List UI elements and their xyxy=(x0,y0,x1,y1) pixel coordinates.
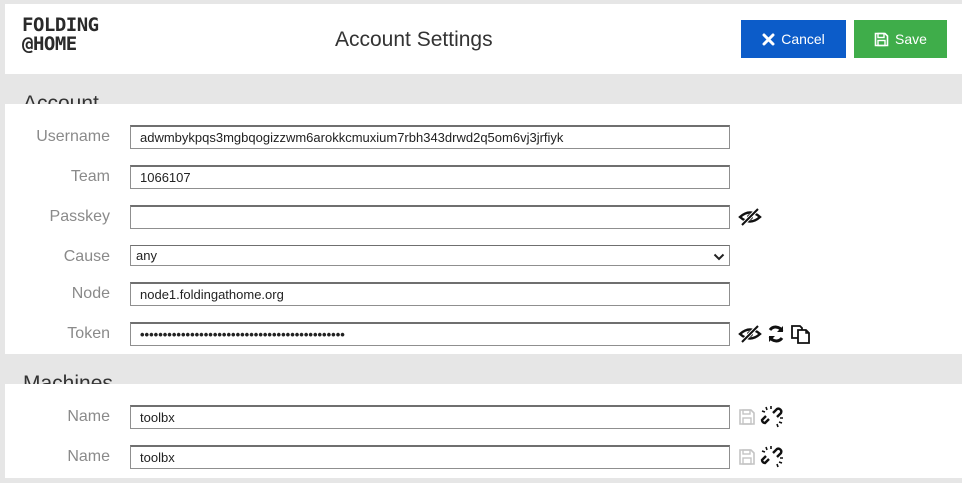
copy-icon[interactable] xyxy=(790,323,812,345)
machines-panel: Name toolbx Name toolbx xyxy=(5,384,962,478)
machine-name-label: Name xyxy=(67,448,110,465)
refresh-icon[interactable] xyxy=(766,324,786,344)
header-bar: FOLDING @HOME Account Settings Cancel Sa… xyxy=(5,4,962,74)
save-disabled-icon xyxy=(738,448,756,466)
cause-selected-value: any xyxy=(136,248,157,263)
floppy-disk-icon xyxy=(874,32,889,47)
passkey-label: Passkey xyxy=(49,208,110,225)
cancel-button-label: Cancel xyxy=(781,31,825,47)
cause-row: Cause any xyxy=(5,245,962,269)
token-label: Token xyxy=(67,325,110,342)
machine-row: Name toolbx xyxy=(5,445,962,469)
machine-row: Name toolbx xyxy=(5,405,962,429)
node-row: Node node1.foldingathome.org xyxy=(5,282,962,306)
eye-slash-icon[interactable] xyxy=(738,325,762,343)
chevron-down-icon xyxy=(713,250,725,265)
team-field[interactable]: 1066107 xyxy=(130,165,730,189)
team-row: Team 1066107 xyxy=(5,165,962,189)
node-label: Node xyxy=(71,285,110,302)
eye-slash-icon[interactable] xyxy=(738,208,762,226)
team-label: Team xyxy=(70,168,110,185)
username-row: Username adwmbykpqs3mgbqogizzwm6arokkcmu… xyxy=(5,125,962,149)
cause-select[interactable]: any xyxy=(130,245,730,266)
folding-at-home-logo: FOLDING @HOME xyxy=(22,16,102,54)
machine-name-field[interactable]: toolbx xyxy=(130,445,730,469)
cause-label: Cause xyxy=(63,248,110,265)
username-label: Username xyxy=(36,128,110,145)
unlink-icon[interactable] xyxy=(760,405,784,429)
save-disabled-icon xyxy=(738,408,756,426)
logo-line-2: @HOME xyxy=(22,33,77,55)
save-button-label: Save xyxy=(895,31,927,47)
passkey-row: Passkey xyxy=(5,205,962,229)
page-title: Account Settings xyxy=(335,28,493,51)
save-button[interactable]: Save xyxy=(854,20,947,58)
token-row: Token ••••••••••••••••••••••••••••••••••… xyxy=(5,322,962,346)
machine-name-field[interactable]: toolbx xyxy=(130,405,730,429)
machine-name-label: Name xyxy=(67,408,110,425)
passkey-field[interactable] xyxy=(130,205,730,229)
account-panel: Username adwmbykpqs3mgbqogizzwm6arokkcmu… xyxy=(5,104,962,354)
token-field[interactable]: ••••••••••••••••••••••••••••••••••••••••… xyxy=(130,322,730,346)
cancel-button[interactable]: Cancel xyxy=(741,20,846,58)
close-icon xyxy=(762,33,775,46)
username-field[interactable]: adwmbykpqs3mgbqogizzwm6arokkcmuxium7rbh3… xyxy=(130,125,730,149)
node-field[interactable]: node1.foldingathome.org xyxy=(130,282,730,306)
unlink-icon[interactable] xyxy=(760,445,784,469)
